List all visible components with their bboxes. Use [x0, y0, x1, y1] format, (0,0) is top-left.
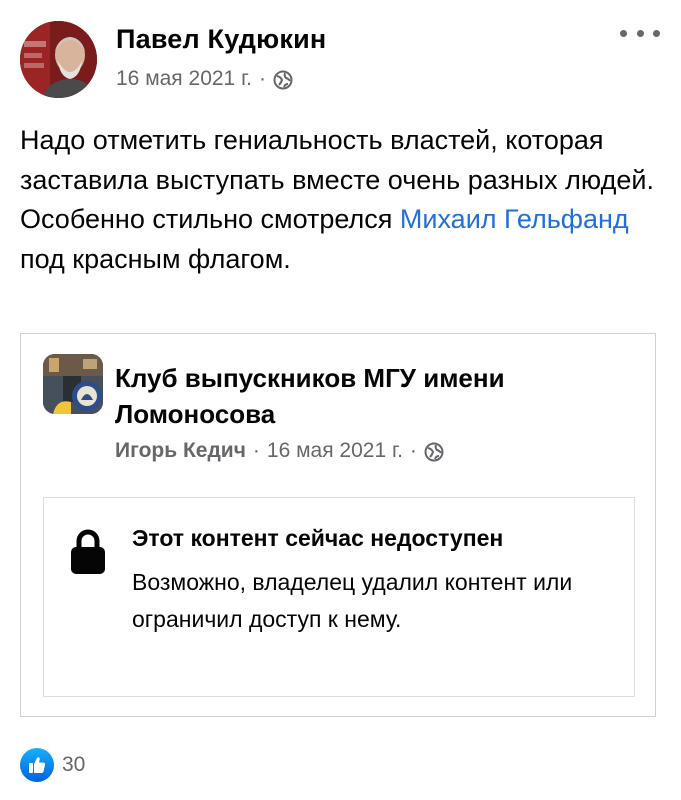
post-meta: 16 мая 2021 г. ·: [116, 67, 293, 91]
shared-post[interactable]: Клуб выпускников МГУ имени Ломоносова Иг…: [20, 333, 656, 717]
meta-separator: ·: [409, 439, 417, 462]
like-icon: [20, 748, 54, 782]
mention-link[interactable]: Михаил Гельфанд: [400, 204, 629, 234]
unavailable-body: Возможно, владелец удалил контент или ог…: [132, 569, 573, 632]
shared-meta: Игорь Кедич · 16 мая 2021 г. ·: [115, 439, 444, 463]
reaction-count[interactable]: 30: [62, 753, 85, 777]
poster-name[interactable]: Игорь Кедич: [115, 439, 246, 463]
more-dots-icon[interactable]: [620, 24, 660, 42]
group-avatar[interactable]: [43, 354, 103, 414]
author-avatar[interactable]: [20, 21, 97, 98]
post-text-part2: под красным флагом.: [20, 243, 291, 274]
post-header: Павел Кудюкин 16 мая 2021 г. ·: [20, 18, 660, 102]
dot: [620, 29, 627, 37]
group-avatar-image: [43, 354, 103, 414]
post-text: Надо отметить гениальность властей, кото…: [20, 121, 660, 279]
avatar-image: [20, 21, 97, 98]
dot: [636, 29, 644, 37]
unavailable-content-box: Этот контент сейчас недоступен Возможно,…: [43, 497, 635, 697]
lock-icon: [71, 529, 105, 574]
post-card: Павел Кудюкин 16 мая 2021 г. · Надо отме…: [0, 0, 681, 800]
author-name[interactable]: Павел Кудюкин: [116, 24, 326, 55]
meta-separator: ·: [252, 439, 260, 462]
thumbs-up-icon: [29, 757, 46, 773]
globe-icon: [424, 442, 444, 461]
globe-icon: [273, 70, 293, 89]
unavailable-title: Этот контент сейчас недоступен: [132, 525, 504, 551]
reactions-bar[interactable]: 30: [20, 748, 85, 782]
post-date[interactable]: 16 мая 2021 г.: [116, 67, 252, 91]
dot: [653, 29, 660, 37]
shared-date[interactable]: 16 мая 2021 г.: [267, 439, 403, 463]
group-name[interactable]: Клуб выпускников МГУ имени Ломоносова: [115, 360, 615, 432]
meta-separator: ·: [259, 67, 266, 90]
